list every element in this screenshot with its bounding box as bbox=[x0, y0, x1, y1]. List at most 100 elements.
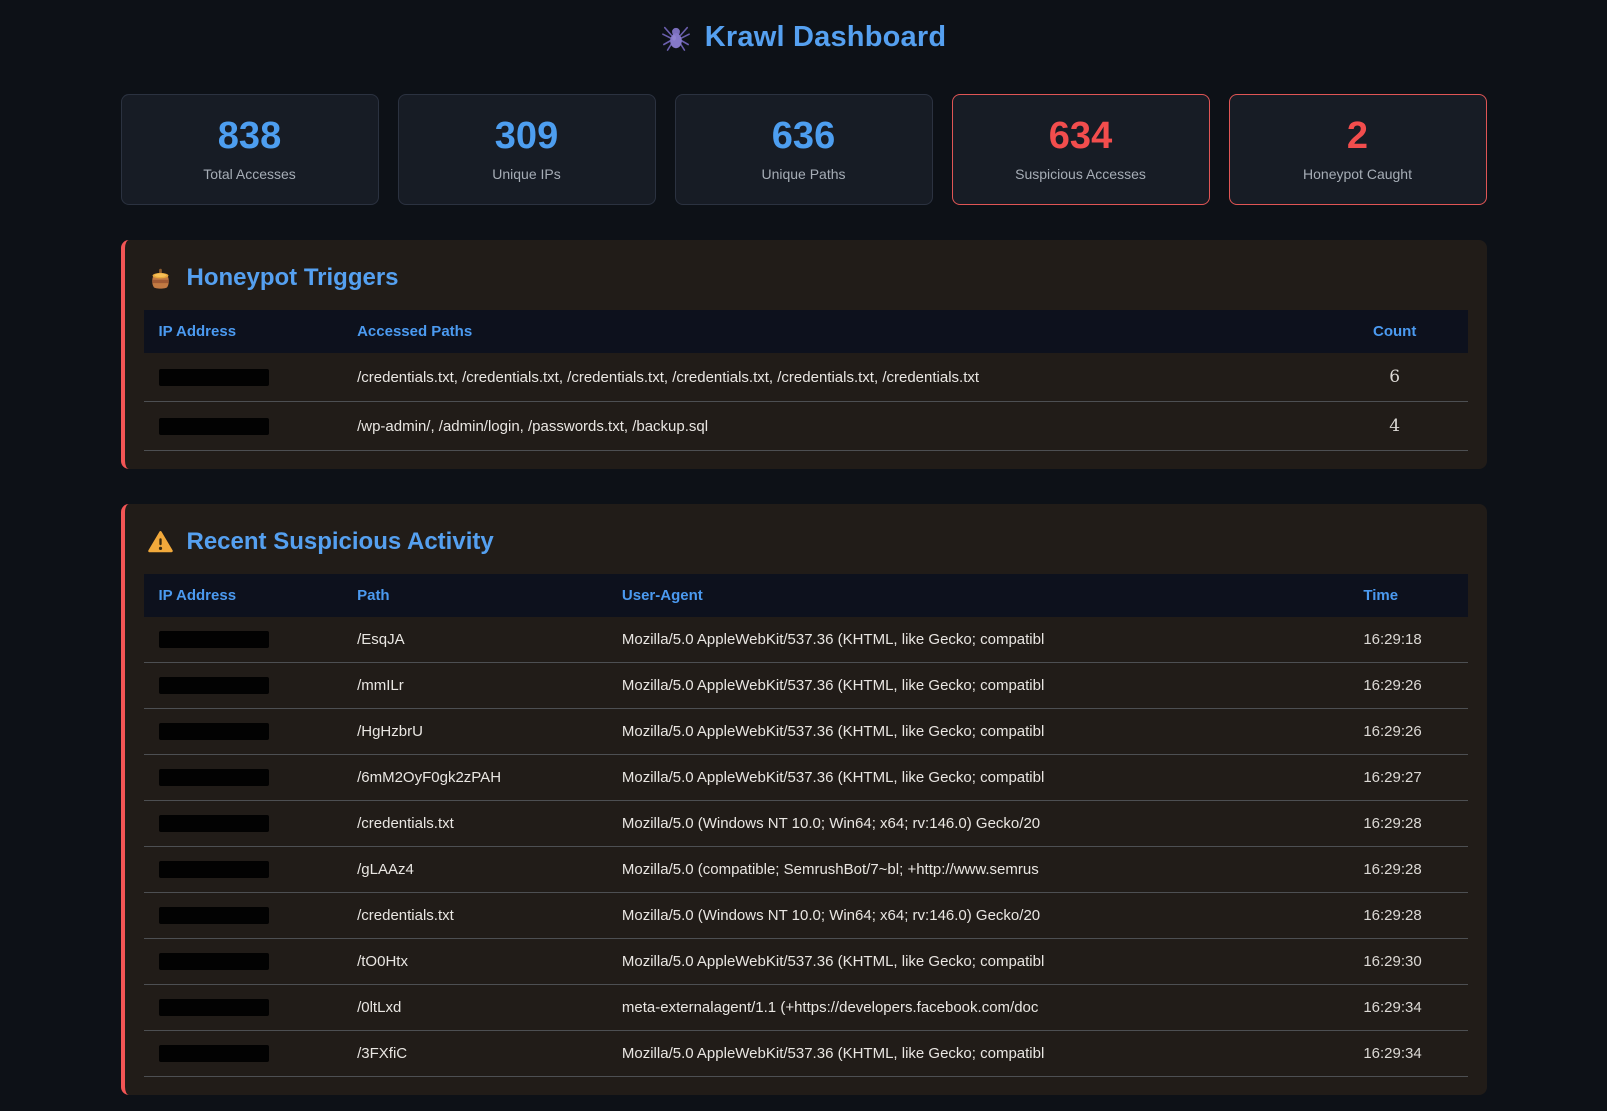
stat-label: Total Accesses bbox=[203, 166, 296, 182]
time-cell: 16:29:26 bbox=[1348, 709, 1467, 755]
column-header-accessed-paths: Accessed Paths bbox=[342, 310, 1322, 353]
accessed-paths-cell: /credentials.txt, /credentials.txt, /cre… bbox=[342, 353, 1322, 402]
redacted-ip bbox=[159, 418, 269, 435]
suspicious-table-row: /credentials.txt Mozilla/5.0 (Windows NT… bbox=[144, 893, 1468, 939]
page-title: Krawl Dashboard bbox=[705, 21, 947, 54]
ip-address-cell bbox=[144, 801, 343, 847]
path-cell: /tO0Htx bbox=[342, 939, 607, 985]
time-cell: 16:29:27 bbox=[1348, 755, 1467, 801]
count-cell: 6 bbox=[1322, 353, 1468, 402]
time-cell: 16:29:28 bbox=[1348, 801, 1467, 847]
time-cell: 16:29:28 bbox=[1348, 893, 1467, 939]
user-agent-cell: Mozilla/5.0 AppleWebKit/537.36 (KHTML, l… bbox=[607, 663, 1348, 709]
user-agent-cell: Mozilla/5.0 (Windows NT 10.0; Win64; x64… bbox=[607, 801, 1348, 847]
column-header-user-agent: User-Agent bbox=[607, 574, 1348, 617]
column-header-ip-address: IP Address bbox=[144, 574, 343, 617]
redacted-ip bbox=[159, 999, 269, 1016]
path-cell: /credentials.txt bbox=[342, 893, 607, 939]
path-cell: /0ltLxd bbox=[342, 985, 607, 1031]
redacted-ip bbox=[159, 1045, 269, 1062]
ip-address-cell bbox=[144, 1031, 343, 1077]
path-cell: /EsqJA bbox=[342, 617, 607, 663]
stats-row: 838 Total Accesses 309 Unique IPs 636 Un… bbox=[121, 94, 1487, 205]
ip-address-cell bbox=[144, 617, 343, 663]
suspicious-table-row: /mmILr Mozilla/5.0 AppleWebKit/537.36 (K… bbox=[144, 663, 1468, 709]
suspicious-activity-panel: Recent Suspicious Activity IP Address Pa… bbox=[121, 504, 1487, 1095]
user-agent-cell: Mozilla/5.0 AppleWebKit/537.36 (KHTML, l… bbox=[607, 1031, 1348, 1077]
honeypot-panel-title: Honeypot Triggers bbox=[144, 264, 1468, 292]
warning-icon bbox=[147, 529, 174, 556]
stat-card: 634 Suspicious Accesses bbox=[952, 94, 1210, 205]
suspicious-table-row: /tO0Htx Mozilla/5.0 AppleWebKit/537.36 (… bbox=[144, 939, 1468, 985]
time-cell: 16:29:26 bbox=[1348, 663, 1467, 709]
path-cell: /HgHzbrU bbox=[342, 709, 607, 755]
suspicious-table-row: /gLAAz4 Mozilla/5.0 (compatible; Semrush… bbox=[144, 847, 1468, 893]
user-agent-cell: Mozilla/5.0 (Windows NT 10.0; Win64; x64… bbox=[607, 893, 1348, 939]
user-agent-cell: meta-externalagent/1.1 (+https://develop… bbox=[607, 985, 1348, 1031]
path-cell: /credentials.txt bbox=[342, 801, 607, 847]
honeypot-table: IP Address Accessed Paths Count /credent… bbox=[144, 310, 1468, 451]
stat-label: Suspicious Accesses bbox=[1015, 166, 1146, 182]
stat-value: 838 bbox=[218, 117, 281, 157]
stat-value: 636 bbox=[772, 117, 835, 157]
path-cell: /gLAAz4 bbox=[342, 847, 607, 893]
ip-address-cell bbox=[144, 847, 343, 893]
stat-card: 838 Total Accesses bbox=[121, 94, 379, 205]
redacted-ip bbox=[159, 677, 269, 694]
suspicious-panel-title: Recent Suspicious Activity bbox=[144, 528, 1468, 556]
redacted-ip bbox=[159, 953, 269, 970]
stat-card: 2 Honeypot Caught bbox=[1229, 94, 1487, 205]
redacted-ip bbox=[159, 369, 269, 386]
column-header-ip-address: IP Address bbox=[144, 310, 343, 353]
redacted-ip bbox=[159, 723, 269, 740]
redacted-ip bbox=[159, 861, 269, 878]
ip-address-cell bbox=[144, 709, 343, 755]
honeypot-triggers-panel: Honeypot Triggers IP Address Accessed Pa… bbox=[121, 240, 1487, 469]
spider-icon bbox=[661, 22, 691, 52]
suspicious-table-row: /HgHzbrU Mozilla/5.0 AppleWebKit/537.36 … bbox=[144, 709, 1468, 755]
honeypot-panel-title-text: Honeypot Triggers bbox=[187, 264, 399, 292]
time-cell: 16:29:34 bbox=[1348, 1031, 1467, 1077]
path-cell: /6mM2OyF0gk2zPAH bbox=[342, 755, 607, 801]
redacted-ip bbox=[159, 815, 269, 832]
time-cell: 16:29:28 bbox=[1348, 847, 1467, 893]
suspicious-table-row: /0ltLxd meta-externalagent/1.1 (+https:/… bbox=[144, 985, 1468, 1031]
dashboard-page: Krawl Dashboard 838 Total Accesses 309 U… bbox=[121, 0, 1487, 1095]
ip-address-cell bbox=[144, 755, 343, 801]
ip-address-cell bbox=[144, 939, 343, 985]
user-agent-cell: Mozilla/5.0 AppleWebKit/537.36 (KHTML, l… bbox=[607, 939, 1348, 985]
ip-address-cell bbox=[144, 402, 343, 451]
redacted-ip bbox=[159, 631, 269, 648]
ip-address-cell bbox=[144, 985, 343, 1031]
suspicious-table-row: /3FXfiC Mozilla/5.0 AppleWebKit/537.36 (… bbox=[144, 1031, 1468, 1077]
redacted-ip bbox=[159, 907, 269, 924]
suspicious-table-row: /credentials.txt Mozilla/5.0 (Windows NT… bbox=[144, 801, 1468, 847]
stat-value: 2 bbox=[1347, 117, 1368, 157]
app-header: Krawl Dashboard bbox=[121, 14, 1487, 60]
ip-address-cell bbox=[144, 663, 343, 709]
user-agent-cell: Mozilla/5.0 AppleWebKit/537.36 (KHTML, l… bbox=[607, 709, 1348, 755]
stat-value: 634 bbox=[1049, 117, 1112, 157]
suspicious-table-header-row: IP Address Path User-Agent Time bbox=[144, 574, 1468, 617]
path-cell: /mmILr bbox=[342, 663, 607, 709]
time-cell: 16:29:34 bbox=[1348, 985, 1467, 1031]
stat-card: 309 Unique IPs bbox=[398, 94, 656, 205]
column-header-count: Count bbox=[1322, 310, 1468, 353]
user-agent-cell: Mozilla/5.0 AppleWebKit/537.36 (KHTML, l… bbox=[607, 617, 1348, 663]
suspicious-table-row: /6mM2OyF0gk2zPAH Mozilla/5.0 AppleWebKit… bbox=[144, 755, 1468, 801]
suspicious-activity-table: IP Address Path User-Agent Time /EsqJA M… bbox=[144, 574, 1468, 1077]
time-cell: 16:29:18 bbox=[1348, 617, 1467, 663]
suspicious-panel-title-text: Recent Suspicious Activity bbox=[187, 528, 494, 556]
honey-pot-icon bbox=[147, 265, 174, 292]
redacted-ip bbox=[159, 769, 269, 786]
ip-address-cell bbox=[144, 353, 343, 402]
stat-value: 309 bbox=[495, 117, 558, 157]
count-cell: 4 bbox=[1322, 402, 1468, 451]
path-cell: /3FXfiC bbox=[342, 1031, 607, 1077]
time-cell: 16:29:30 bbox=[1348, 939, 1467, 985]
stat-label: Unique IPs bbox=[492, 166, 560, 182]
user-agent-cell: Mozilla/5.0 (compatible; SemrushBot/7~bl… bbox=[607, 847, 1348, 893]
suspicious-table-row: /EsqJA Mozilla/5.0 AppleWebKit/537.36 (K… bbox=[144, 617, 1468, 663]
column-header-time: Time bbox=[1348, 574, 1467, 617]
user-agent-cell: Mozilla/5.0 AppleWebKit/537.36 (KHTML, l… bbox=[607, 755, 1348, 801]
